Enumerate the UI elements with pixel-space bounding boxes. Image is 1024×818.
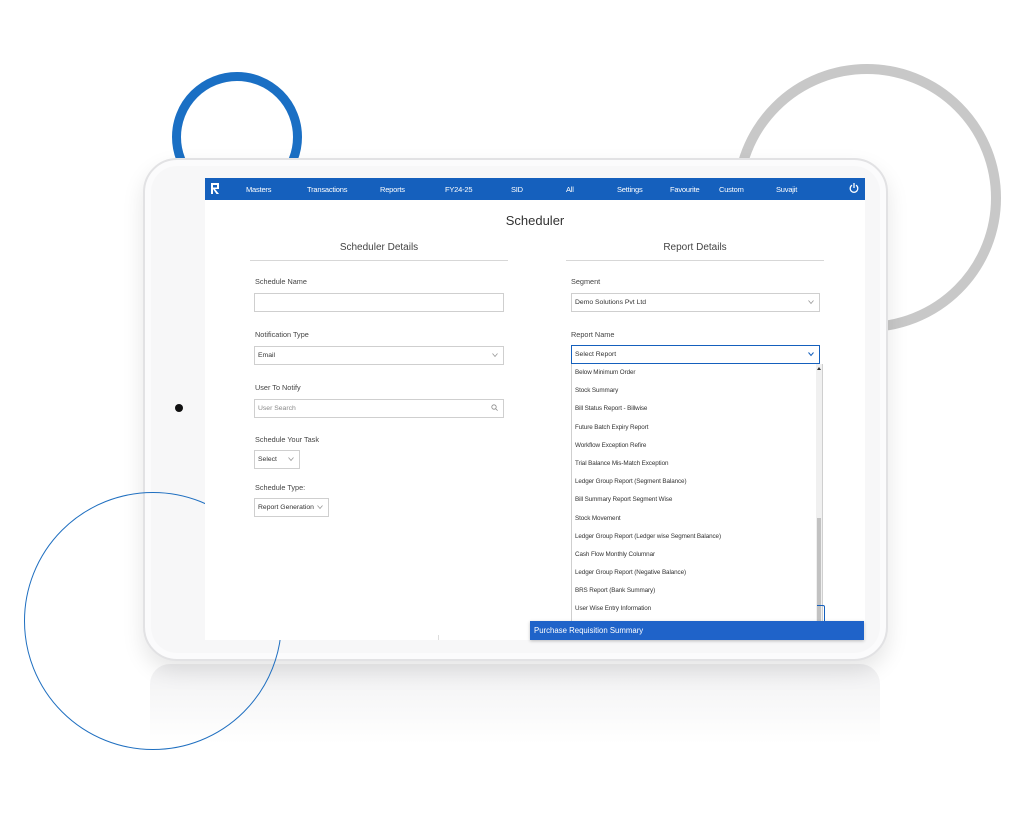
schedule-task-select[interactable]: Select: [254, 450, 300, 469]
nav-sid[interactable]: SID: [511, 185, 523, 194]
chevron-down-icon: [808, 352, 814, 357]
power-icon[interactable]: [849, 182, 859, 194]
notification-type-value: Email: [258, 352, 275, 359]
report-option[interactable]: Future Batch Expiry Report: [572, 419, 822, 437]
app-logo-icon[interactable]: [210, 182, 221, 195]
schedule-task-value: Select: [258, 456, 277, 463]
report-option[interactable]: Trial Balance Mis-Match Exception: [572, 455, 822, 473]
report-name-value: Select Report: [575, 351, 617, 358]
tablet-camera: [175, 404, 183, 412]
user-search-placeholder: User Search: [258, 405, 296, 412]
schedule-name-input[interactable]: [254, 293, 504, 312]
segment-label: Segment: [571, 277, 601, 286]
report-option[interactable]: Cash Flow Monthly Columnar: [572, 546, 822, 564]
schedule-name-label: Schedule Name: [255, 277, 307, 286]
report-option[interactable]: Workflow Exception Refire: [572, 437, 822, 455]
nav-custom[interactable]: Custom: [719, 185, 744, 194]
schedule-type-value: Report Generation: [258, 504, 314, 511]
report-option[interactable]: Ledger Group Report (Ledger wise Segment…: [572, 528, 822, 546]
search-icon[interactable]: [491, 404, 498, 411]
chevron-down-icon: [492, 353, 498, 358]
report-name-select[interactable]: Select Report: [571, 345, 820, 364]
report-option[interactable]: Ledger Group Report (Negative Balance): [572, 564, 822, 582]
report-option[interactable]: Stock Summary: [572, 382, 822, 400]
schedule-type-label: Schedule Type:: [255, 483, 306, 492]
dropdown-scrollbar[interactable]: [816, 364, 822, 622]
highlighted-report-option[interactable]: Purchase Requisition Summary: [530, 621, 864, 640]
schedule-task-label: Schedule Your Task: [255, 435, 319, 444]
user-search-input[interactable]: User Search: [254, 399, 504, 418]
notification-type-select[interactable]: Email: [254, 346, 504, 365]
chevron-down-icon: [808, 300, 814, 305]
nav-reports[interactable]: Reports: [380, 185, 405, 194]
report-option[interactable]: Below Minimum Order: [572, 364, 822, 382]
report-option[interactable]: Ledger Group Report (Segment Balance): [572, 473, 822, 491]
scheduler-details-divider: [250, 260, 508, 261]
user-to-notify-label: User To Notify: [255, 383, 301, 392]
scroll-up-arrow-icon[interactable]: [817, 367, 821, 370]
report-option[interactable]: Bill Summary Report Segment Wise: [572, 491, 822, 509]
report-name-dropdown[interactable]: Below Minimum Order Stock Summary Bill S…: [571, 364, 823, 623]
nav-settings[interactable]: Settings: [617, 185, 643, 194]
chevron-down-icon: [317, 505, 323, 510]
nav-favourite[interactable]: Favourite: [670, 185, 700, 194]
top-navbar: Masters Transactions Reports FY24-25 SID…: [205, 178, 865, 200]
segment-select[interactable]: Demo Solutions Pvt Ltd: [571, 293, 820, 312]
page-title: Scheduler: [505, 213, 565, 228]
bottom-divider: [438, 635, 439, 640]
schedule-type-select[interactable]: Report Generation: [254, 498, 329, 517]
segment-value: Demo Solutions Pvt Ltd: [575, 299, 647, 306]
app-screen: Masters Transactions Reports FY24-25 SID…: [205, 178, 865, 640]
report-option[interactable]: BRS Report (Bank Summary): [572, 582, 822, 600]
nav-masters[interactable]: Masters: [246, 185, 271, 194]
nav-financial-year[interactable]: FY24-25: [445, 185, 473, 194]
report-option[interactable]: Stock Movement: [572, 510, 822, 528]
nav-user[interactable]: Suvajit: [776, 185, 797, 194]
nav-all[interactable]: All: [566, 185, 574, 194]
nav-transactions[interactable]: Transactions: [307, 185, 347, 194]
report-name-label: Report Name: [571, 330, 615, 339]
report-option[interactable]: User Wise Entry Information: [572, 600, 822, 618]
report-details-title: Report Details: [663, 242, 727, 253]
report-option[interactable]: Bill Status Report - Billwise: [572, 400, 822, 418]
scheduler-details-title: Scheduler Details: [339, 242, 419, 253]
notification-type-label: Notification Type: [255, 330, 309, 339]
report-details-divider: [566, 260, 824, 261]
chevron-down-icon: [288, 457, 294, 462]
